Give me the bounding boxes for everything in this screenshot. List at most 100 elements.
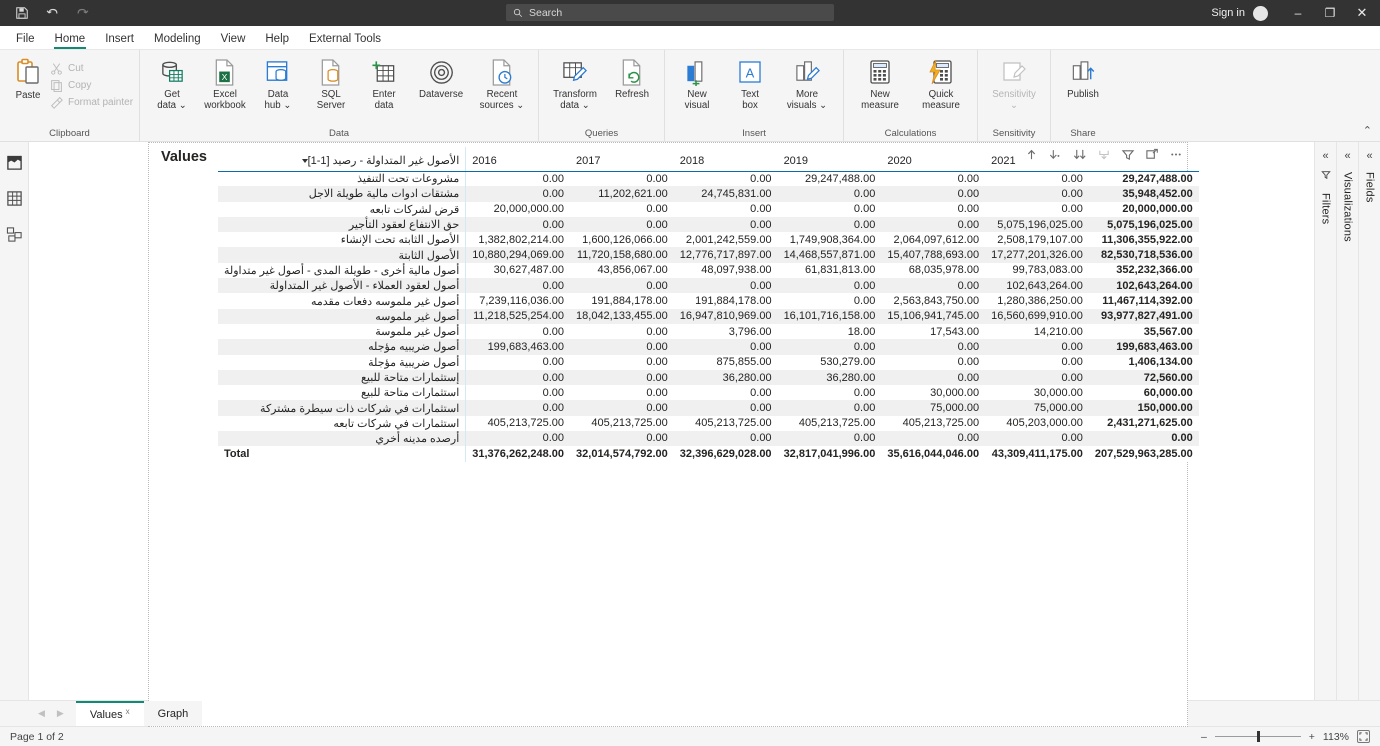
table-cell-2016[interactable]: 0.00 bbox=[465, 400, 571, 416]
matrix-col-2021[interactable]: 2021 bbox=[985, 147, 1089, 172]
table-cell-2017[interactable]: 0.00 bbox=[570, 324, 674, 339]
table-cell-2021[interactable]: 0.00 bbox=[985, 202, 1089, 217]
menu-item-help[interactable]: Help bbox=[255, 33, 299, 49]
matrix-table-container[interactable]: الأصول غير المتداولة - رصيد [1-1] 2016 2… bbox=[218, 147, 1199, 462]
table-cell-2016[interactable]: 1,382,802,214.00 bbox=[465, 232, 571, 248]
table-cell-2017[interactable]: 18,042,133,455.00 bbox=[570, 309, 674, 324]
sidebar-item-data-view[interactable] bbox=[2, 186, 26, 210]
table-cell-2020[interactable]: 0.00 bbox=[881, 355, 985, 370]
table-cell-2017[interactable]: 11,202,621.00 bbox=[570, 186, 674, 201]
table-cell-2018[interactable]: 875,855.00 bbox=[674, 355, 778, 370]
minimize-button[interactable]: – bbox=[1282, 0, 1314, 26]
table-cell-2020[interactable]: 2,563,843,750.00 bbox=[881, 293, 985, 308]
undo-icon[interactable] bbox=[44, 5, 60, 21]
table-cell-2021[interactable]: 405,203,000.00 bbox=[985, 416, 1089, 431]
zoom-in-button[interactable]: + bbox=[1309, 731, 1315, 743]
table-cell-2019[interactable]: 18.00 bbox=[778, 324, 882, 339]
table-cell-2018[interactable]: 0.00 bbox=[674, 431, 778, 446]
tab-next-icon[interactable]: ▶ bbox=[57, 708, 64, 719]
table-cell-2018[interactable]: 191,884,178.00 bbox=[674, 293, 778, 308]
table-cell-2018[interactable]: 0.00 bbox=[674, 171, 778, 186]
table-cell-2017[interactable]: 0.00 bbox=[570, 202, 674, 217]
close-icon[interactable]: x bbox=[126, 703, 130, 716]
sidebar-item-report-view[interactable] bbox=[2, 150, 26, 174]
table-cell-2016[interactable]: 0.00 bbox=[465, 323, 571, 340]
table-cell-2019[interactable]: 0.00 bbox=[778, 186, 882, 201]
excel-workbook-button[interactable]: X Excel workbook bbox=[199, 52, 251, 112]
table-cell-2020[interactable]: 0.00 bbox=[881, 171, 985, 186]
matrix-col-total[interactable] bbox=[1088, 147, 1199, 172]
table-cell-2018[interactable]: 0.00 bbox=[674, 217, 778, 232]
table-cell-2016[interactable]: 30,627,487.00 bbox=[465, 262, 571, 279]
transform-data-button[interactable]: Transform data ⌄ bbox=[545, 52, 605, 112]
table-cell-2020[interactable]: 75,000.00 bbox=[881, 400, 985, 415]
expand-visualizations-icon[interactable]: « bbox=[1344, 150, 1350, 162]
table-cell-2016[interactable]: 10,880,294,069.00 bbox=[465, 247, 571, 263]
table-cell-2016[interactable]: 7,239,116,036.00 bbox=[465, 293, 571, 309]
table-cell-2017[interactable]: 405,213,725.00 bbox=[570, 416, 674, 431]
table-total-cell-2020[interactable]: 35,616,044,046.00 bbox=[881, 445, 986, 462]
expand-filters-icon[interactable]: « bbox=[1322, 150, 1328, 162]
table-cell-2020[interactable]: 0.00 bbox=[881, 339, 985, 354]
table-cell-2021[interactable]: 99,783,083.00 bbox=[985, 263, 1089, 278]
table-row[interactable]: أرصده مدينه أخري 0.00 0.00 0.00 0.00 0.00 0.00… bbox=[218, 431, 1199, 447]
publish-button[interactable]: Publish bbox=[1057, 52, 1109, 101]
get-data-button[interactable]: Get data ⌄ bbox=[146, 52, 198, 112]
table-cell-total[interactable]: 1,406,134.00 bbox=[1089, 355, 1199, 370]
table-row[interactable]: حق الانتفاع لعقود التأجير 0.00 0.00 0.00 0.0… bbox=[218, 216, 1199, 233]
table-cell-total[interactable]: 82,530,718,536.00 bbox=[1089, 247, 1199, 262]
table-row[interactable]: استثمارات في شركات ذات سيطرة مشتركة 0.00 0… bbox=[218, 400, 1199, 416]
table-cell-2017[interactable]: 0.00 bbox=[570, 385, 674, 400]
table-cell-2020[interactable]: 2,064,097,612.00 bbox=[881, 232, 985, 247]
table-row[interactable]: أصول ضريبية مؤجلة 0.00 0.00 875,855.00 530,2… bbox=[218, 354, 1199, 370]
table-cell-total[interactable]: 35,948,452.00 bbox=[1089, 186, 1199, 201]
table-cell-2019[interactable]: 0.00 bbox=[778, 202, 882, 217]
table-cell-2020[interactable]: 15,407,788,693.00 bbox=[881, 247, 985, 262]
menu-item-file[interactable]: File bbox=[6, 33, 45, 49]
table-cell-total[interactable]: 11,306,355,922.00 bbox=[1089, 232, 1199, 247]
table-row[interactable]: أصول ضريبيه مؤجله 199,683,463.00 0.00 0.00 0… bbox=[218, 339, 1199, 355]
quick-measure-button[interactable]: Quick measure bbox=[911, 52, 971, 112]
table-cell-2018[interactable]: 2,001,242,559.00 bbox=[674, 232, 778, 247]
matrix-rowheader-title[interactable]: الأصول غير المتداولة - رصيد [1-1] bbox=[218, 147, 467, 172]
zoom-slider[interactable] bbox=[1214, 731, 1301, 742]
zoom-out-button[interactable]: – bbox=[1201, 731, 1207, 743]
matrix-visual[interactable]: Values الأصول غير المتداولة - رصيد [1-1]… bbox=[148, 142, 1199, 727]
table-row[interactable]: أصول غير ملموسة 0.00 0.00 3,796.00 18.00 17,5… bbox=[218, 323, 1199, 340]
table-row[interactable]: قرض لشركات تابعه 20,000,000.00 0.00 0.00 0.0… bbox=[218, 201, 1199, 217]
table-cell-2018[interactable]: 0.00 bbox=[674, 385, 778, 400]
table-row[interactable]: استثمارات في شركات تابعه 405,213,725.00 40… bbox=[218, 415, 1199, 432]
table-cell-2017[interactable]: 0.00 bbox=[570, 339, 674, 354]
table-cell-2018[interactable]: 24,745,831.00 bbox=[674, 186, 778, 201]
matrix-col-2017[interactable]: 2017 bbox=[570, 147, 674, 172]
table-cell-2016[interactable]: 11,218,525,254.00 bbox=[465, 308, 571, 324]
table-cell-2018[interactable]: 36,280.00 bbox=[674, 370, 778, 385]
table-cell-total[interactable]: 35,567.00 bbox=[1089, 324, 1199, 339]
table-row[interactable]: الأصول الثابتة 10,880,294,069.00 11,720,15… bbox=[218, 247, 1199, 263]
table-cell-2021[interactable]: 0.00 bbox=[985, 171, 1089, 186]
table-total-cell-2016[interactable]: 31,376,262,248.00 bbox=[465, 445, 571, 462]
table-cell-2019[interactable]: 0.00 bbox=[778, 431, 882, 446]
table-cell-2019[interactable]: 16,101,716,158.00 bbox=[778, 309, 882, 324]
table-row[interactable]: الأصول الثابته تحت الإنشاء 1,382,802,214.… bbox=[218, 232, 1199, 248]
more-visuals-button[interactable]: More visuals ⌄ bbox=[777, 52, 837, 112]
table-cell-2019[interactable]: 0.00 bbox=[778, 293, 882, 308]
table-cell-2019[interactable]: 0.00 bbox=[778, 278, 882, 293]
menu-item-modeling[interactable]: Modeling bbox=[144, 33, 211, 49]
matrix-col-2019[interactable]: 2019 bbox=[777, 147, 882, 172]
table-cell-2021[interactable]: 75,000.00 bbox=[985, 400, 1089, 415]
table-cell-2017[interactable]: 0.00 bbox=[570, 400, 674, 415]
recent-sources-button[interactable]: Recent sources ⌄ bbox=[472, 52, 532, 112]
table-cell-2021[interactable]: 0.00 bbox=[985, 355, 1089, 370]
table-cell-2016[interactable]: 0.00 bbox=[465, 278, 571, 294]
avatar[interactable] bbox=[1253, 5, 1268, 21]
refresh-button[interactable]: Refresh bbox=[606, 52, 658, 101]
table-cell-2016[interactable]: 199,683,463.00 bbox=[465, 339, 571, 355]
table-total-row[interactable]: Total 31,376,262,248.00 32,014,574,792.00 3… bbox=[218, 445, 1199, 462]
table-cell-2019[interactable]: 1,749,908,364.00 bbox=[778, 232, 882, 247]
menu-item-home[interactable]: Home bbox=[45, 33, 96, 49]
table-cell-2016[interactable]: 0.00 bbox=[465, 171, 571, 187]
table-row[interactable]: أصول غير ملموسه دفعات مقدمه 7,239,116,036… bbox=[218, 293, 1199, 309]
matrix-col-2018[interactable]: 2018 bbox=[673, 147, 778, 172]
page-tab-graph[interactable]: Graph bbox=[143, 701, 203, 726]
